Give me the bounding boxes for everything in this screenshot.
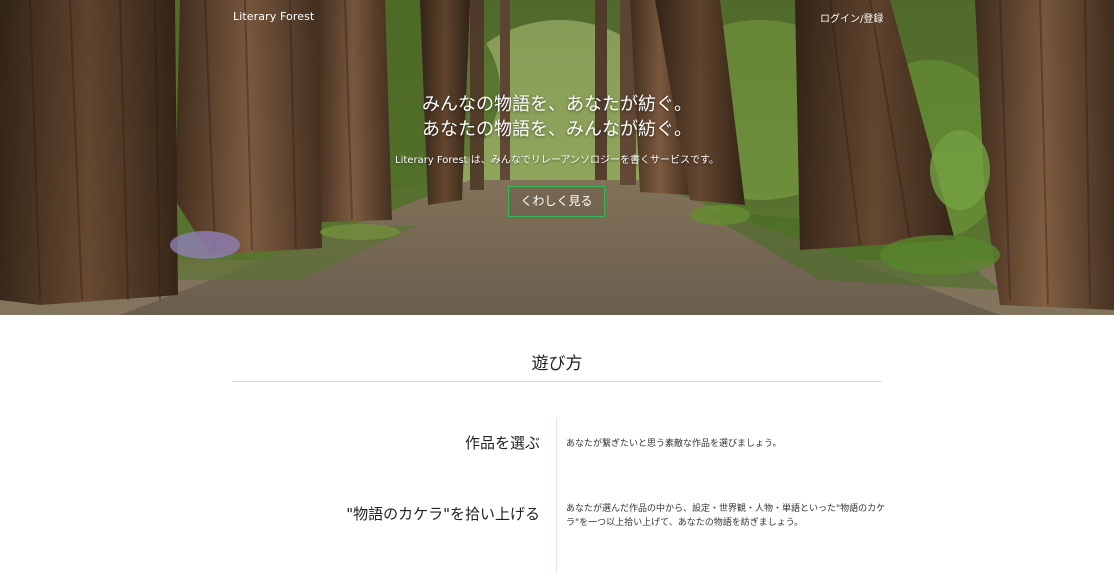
hero-section: Literary Forest ログイン/登録 みんなの物語を、あなたが紡ぐ。 …: [0, 0, 1114, 315]
learn-more-button[interactable]: くわしく見る: [508, 186, 605, 217]
section-title: 遊び方: [531, 354, 583, 374]
step-description: あなたが繋ぎたいと思う素敵な作品を選びましょう。: [566, 439, 782, 449]
hero-title-line-1: みんなの物語を、あなたが紡ぐ。: [422, 94, 692, 115]
step-heading: 作品を選ぶ: [464, 434, 540, 452]
step-description: あなたが選んだ作品の中から、設定・世界観・人物・単語といった"物語のカケラ"を一…: [566, 504, 886, 528]
hero-title: みんなの物語を、あなたが紡ぐ。 あなたの物語を、みんなが紡ぐ。: [0, 92, 1114, 142]
step-heading: "物語のカケラ"を拾い上げる: [346, 505, 540, 523]
hero-subtitle: Literary Forest は、みんなでリレーアンソロジーを書くサービスです…: [395, 155, 719, 166]
steps-vertical-divider: [556, 417, 557, 573]
brand-logo[interactable]: Literary Forest: [233, 10, 314, 26]
login-register-link[interactable]: ログイン/登録: [820, 10, 883, 26]
section-divider: [232, 381, 882, 382]
hero-title-line-2: あなたの物語を、みんなが紡ぐ。: [422, 119, 692, 140]
